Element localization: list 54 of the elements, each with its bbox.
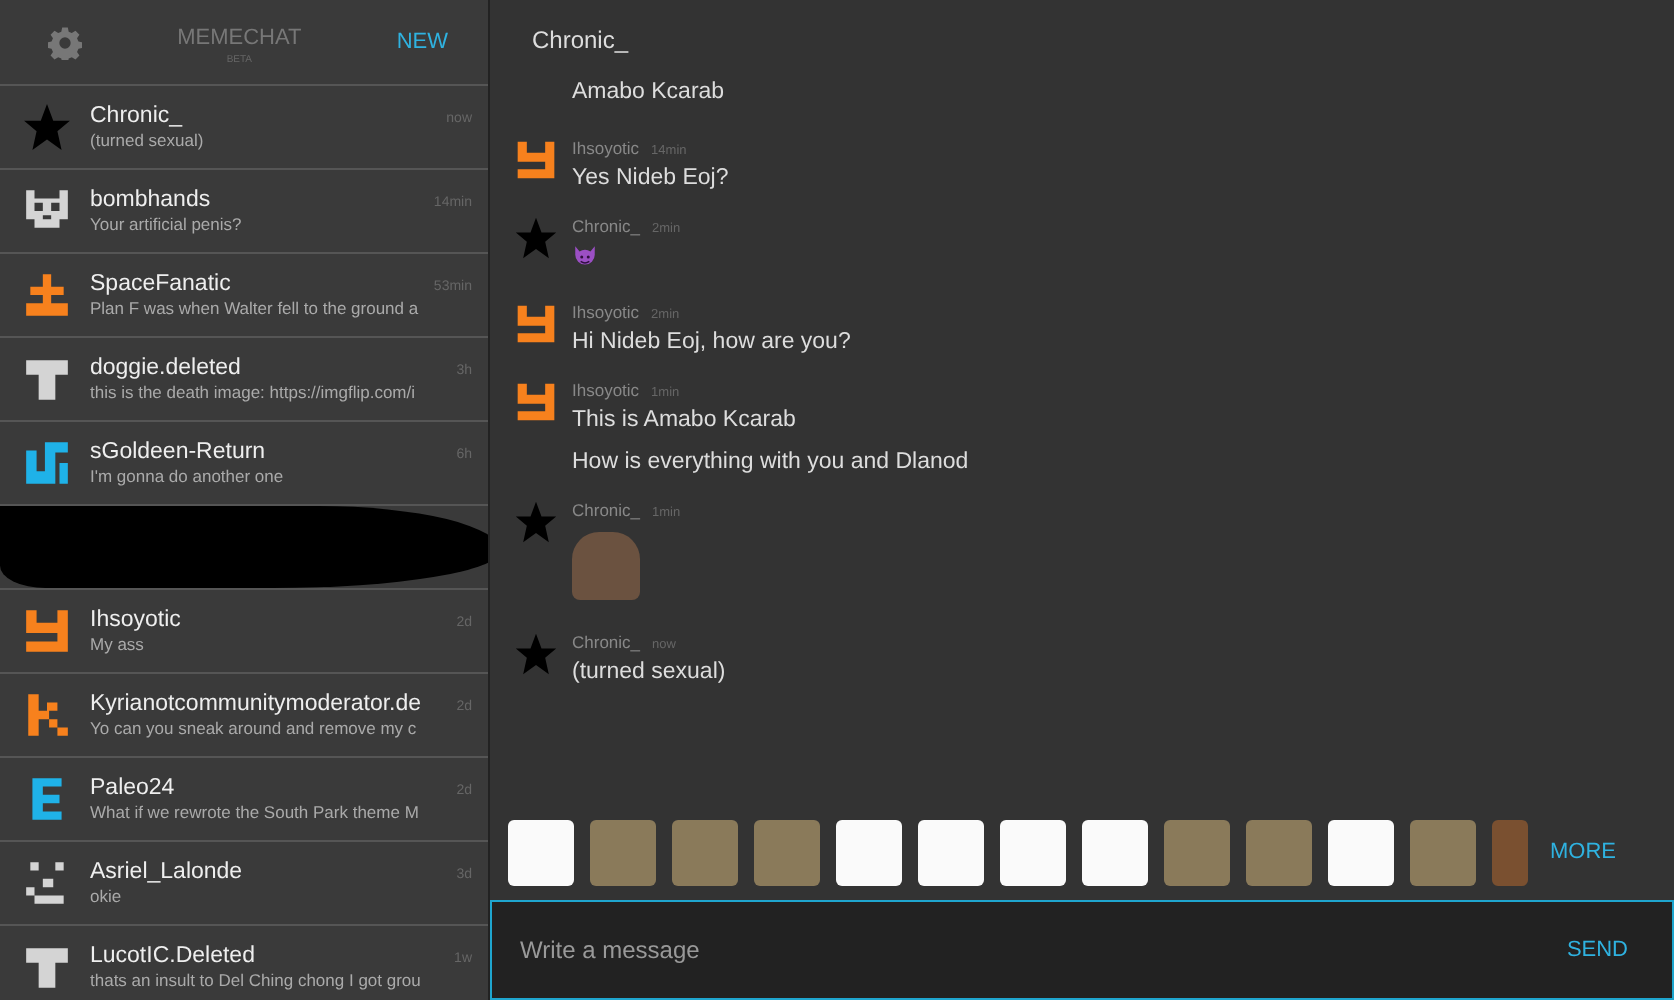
sender-name: Chronic_	[572, 632, 641, 652]
send-button[interactable]: SEND	[1566, 938, 1628, 962]
sticker-thumbnail[interactable]	[1410, 819, 1476, 885]
contact-name: sGoldeen-Return	[90, 440, 266, 464]
sender-name: Chronic_	[572, 500, 641, 520]
sender-name: Ihsoyotic	[572, 302, 640, 322]
message-text: This is Amabo Kcarab	[572, 408, 798, 432]
contact-name: Paleo24	[90, 776, 175, 800]
devil-emoji-icon	[572, 244, 598, 270]
contact-name: SpaceFanatic	[90, 272, 231, 296]
sticker-thumbnail[interactable]	[754, 819, 820, 885]
message-preview: My ass	[90, 634, 146, 654]
message-preview: What if we rewrote the South Park theme M	[90, 802, 421, 822]
message-preview: Your artificial penis?	[90, 214, 244, 234]
message-field[interactable]: Write a message SEND	[490, 902, 1674, 1000]
photo-placeholder	[572, 532, 640, 600]
message-preview: (turned sexual)	[90, 130, 206, 150]
sticker-thumbnail[interactable]	[1492, 819, 1528, 885]
sticker-thumbnail[interactable]	[1164, 819, 1230, 885]
message-preview: Plan F was when Walter fell to the ground a	[90, 298, 421, 318]
sticker-thumbnail[interactable]	[508, 819, 574, 885]
sender-name: Ihsoyotic	[572, 138, 640, 158]
message-preview: I'm gonna do another one	[90, 466, 286, 486]
sender-name: Chronic_	[572, 216, 641, 236]
message-preview: okie	[90, 886, 124, 906]
message-text: Hi Nideb Eoj, how are you?	[572, 330, 851, 354]
sticker-thumbnail[interactable]	[836, 819, 902, 885]
contact-name: LucotIC.Deleted	[90, 944, 255, 968]
app-title: MEMECHAT	[175, 26, 304, 50]
contact-name: Kyrianotcommunitymoderator.de	[90, 692, 422, 716]
contact-name: bombhands	[90, 188, 211, 212]
sender-name: Ihsoyotic	[572, 380, 640, 400]
contact-name: Chronic_	[90, 104, 183, 128]
new-chat-button[interactable]: NEW	[396, 30, 448, 54]
message-preview: thats an insult to Del Ching chong I got grou	[90, 970, 423, 990]
sticker-thumbnail[interactable]	[1246, 819, 1312, 885]
sticker-thumbnail[interactable]	[672, 819, 738, 885]
message-text: (turned sexual)	[572, 660, 726, 684]
chat-title: Chronic_	[530, 24, 631, 58]
contact-name: Ihsoyotic	[90, 608, 181, 632]
sticker-thumbnail[interactable]	[1328, 819, 1394, 885]
contact-name: doggie.deleted	[90, 356, 241, 380]
message-text: How is everything with you and Dlanod	[572, 450, 969, 474]
message-preview: Yo can you sneak around and remove my c	[90, 718, 419, 738]
sticker-thumbnail[interactable]	[918, 819, 984, 885]
sticker-thumbnail[interactable]	[1000, 819, 1066, 885]
message-text: Amabo Kcarab	[572, 80, 725, 104]
sticker-thumbnail[interactable]	[590, 819, 656, 885]
message-preview: this is the death image: https://imgflip.com/i	[90, 382, 418, 402]
contact-name: Asriel_Lalonde	[90, 860, 243, 884]
settings-icon[interactable]	[48, 25, 82, 59]
message-text: Yes Nideb Eoj?	[572, 166, 729, 190]
more-stickers-button[interactable]: MORE	[1550, 840, 1616, 864]
sticker-thumbnail[interactable]	[1082, 819, 1148, 885]
